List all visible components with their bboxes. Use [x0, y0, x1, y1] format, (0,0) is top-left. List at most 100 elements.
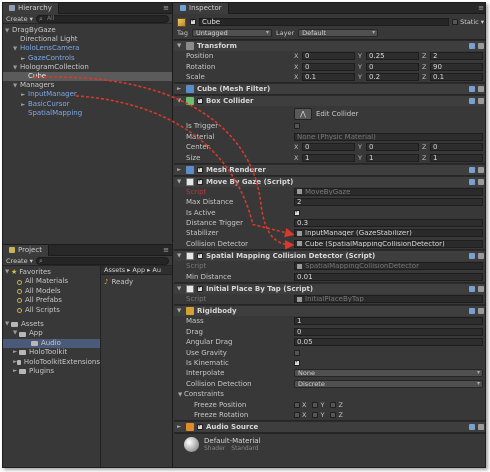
- rigidbody-header[interactable]: ▼ Rigidbody: [174, 305, 485, 317]
- asset-item-ready[interactable]: ♪ Ready: [101, 275, 172, 289]
- object-name-field[interactable]: Cube: [199, 17, 450, 26]
- initial-place-enabled-checkbox[interactable]: ✓: [197, 285, 203, 292]
- stabilizer-object-field[interactable]: InputManager (GazeStabilizer): [294, 229, 483, 238]
- size-x-field[interactable]: 1: [302, 153, 355, 162]
- initial-place-header[interactable]: ▼ ✓ Initial Place By Tap (Script): [174, 282, 485, 294]
- freeze-position-y-checkbox[interactable]: [312, 401, 319, 408]
- static-checkbox[interactable]: [452, 18, 459, 25]
- collision-detection-dropdown[interactable]: Discrete: [294, 379, 483, 388]
- hierarchy-item[interactable]: ▼ HoloLensCamera: [3, 44, 172, 53]
- freeze-position-x-checkbox[interactable]: [294, 401, 300, 408]
- rotation-z-field[interactable]: 90: [430, 62, 483, 71]
- tab-project[interactable]: Project: [3, 244, 49, 256]
- size-z-field[interactable]: 1: [430, 153, 483, 162]
- tab-hierarchy[interactable]: Hierarchy: [3, 3, 59, 14]
- tab-inspector[interactable]: Inspector: [174, 3, 229, 14]
- hierarchy-item[interactable]: ► GazeControls: [3, 54, 172, 63]
- favorites-header[interactable]: ▼ ★ Favorites: [3, 268, 100, 277]
- help-icon[interactable]: [469, 308, 475, 315]
- min-distance-field[interactable]: 0.01: [294, 272, 483, 281]
- is-active-checkbox[interactable]: ✓: [294, 209, 300, 216]
- freeze-rotation-z-checkbox[interactable]: [330, 411, 337, 418]
- gear-icon[interactable]: [478, 166, 484, 173]
- mesh-renderer-enabled-checkbox[interactable]: ✓: [197, 166, 203, 173]
- is-kinematic-checkbox[interactable]: ✓: [294, 360, 300, 366]
- freeze-position-z-checkbox[interactable]: [330, 401, 337, 408]
- center-y-field[interactable]: 0: [366, 143, 419, 152]
- static-toggle[interactable]: Static ▾: [452, 18, 484, 26]
- breadcrumb-audio[interactable]: Au: [152, 266, 161, 274]
- spatial-detector-enabled-checkbox[interactable]: ✓: [197, 253, 203, 260]
- favorite-item[interactable]: All Models: [3, 287, 100, 296]
- size-y-field[interactable]: 1: [366, 153, 419, 162]
- center-z-field[interactable]: 0: [430, 143, 483, 152]
- is-trigger-checkbox[interactable]: [294, 123, 300, 130]
- assets-header[interactable]: ▼ Assets: [3, 320, 100, 329]
- hierarchy-item[interactable]: Cube: [3, 71, 172, 82]
- transform-header[interactable]: ▼ Transform: [174, 40, 485, 51]
- center-x-field[interactable]: 0: [302, 143, 355, 152]
- freeze-rotation-x-checkbox[interactable]: [294, 411, 300, 418]
- favorite-item[interactable]: All Materials: [3, 277, 100, 286]
- gear-icon[interactable]: [478, 43, 484, 49]
- position-y-field[interactable]: 0.25: [366, 52, 419, 61]
- position-x-field[interactable]: 0: [302, 52, 355, 61]
- folder-item[interactable]: ► HoloToolkit: [3, 348, 100, 357]
- layer-dropdown[interactable]: Default: [298, 28, 379, 37]
- hierarchy-item[interactable]: ▼ HologramCollection: [3, 63, 172, 72]
- project-search-input[interactable]: [35, 256, 169, 266]
- gear-icon[interactable]: [478, 98, 484, 105]
- hierarchy-item[interactable]: SpatialMapping: [3, 109, 172, 118]
- distance-trigger-field[interactable]: 0.3: [294, 219, 483, 228]
- help-icon[interactable]: [469, 424, 475, 431]
- help-icon[interactable]: [469, 178, 475, 185]
- panel-menu-icon[interactable]: ≡: [163, 4, 169, 12]
- object-active-checkbox[interactable]: ✓: [190, 18, 196, 25]
- gear-icon[interactable]: [478, 308, 484, 315]
- rotation-y-field[interactable]: 0: [366, 62, 419, 71]
- spatial-detector-header[interactable]: ▼ ✓ Spatial Mapping Collision Detector (…: [174, 250, 485, 262]
- scale-y-field[interactable]: 0.2: [366, 72, 419, 81]
- help-icon[interactable]: [469, 166, 475, 173]
- max-distance-field[interactable]: 2: [294, 198, 483, 207]
- tag-dropdown[interactable]: Untagged: [192, 28, 273, 37]
- scale-x-field[interactable]: 0.1: [302, 72, 355, 81]
- create-dropdown[interactable]: Create ▾: [6, 257, 33, 265]
- mass-field[interactable]: 1: [294, 317, 483, 326]
- hierarchy-item[interactable]: ► BasicCursor: [3, 100, 172, 109]
- create-dropdown[interactable]: Create ▾: [6, 15, 33, 23]
- help-icon[interactable]: [469, 43, 475, 49]
- hierarchy-search-input[interactable]: All: [35, 14, 169, 24]
- physic-material-field[interactable]: None (Physic Material): [294, 132, 483, 141]
- audio-source-enabled-checkbox[interactable]: ✓: [197, 424, 203, 431]
- hierarchy-item[interactable]: Directional Light: [3, 35, 172, 44]
- folder-item[interactable]: ▼ App: [3, 329, 100, 338]
- drag-field[interactable]: 0: [294, 327, 483, 336]
- use-gravity-checkbox[interactable]: [294, 349, 300, 356]
- gear-icon[interactable]: [478, 424, 484, 431]
- help-icon[interactable]: [469, 98, 475, 105]
- folder-item[interactable]: ► HoloToolkitExtensions: [3, 358, 100, 367]
- breadcrumb-app[interactable]: App: [132, 266, 145, 274]
- folder-item[interactable]: Audio: [3, 338, 100, 349]
- mesh-filter-header[interactable]: ► Cube (Mesh Filter): [174, 83, 485, 95]
- position-z-field[interactable]: 2: [430, 52, 483, 61]
- folder-item[interactable]: ► Plugins: [3, 367, 100, 376]
- box-collider-header[interactable]: ▼ ✓ Box Collider: [174, 95, 485, 107]
- interpolate-dropdown[interactable]: None: [294, 369, 483, 378]
- hierarchy-item[interactable]: ► InputManager: [3, 90, 172, 99]
- panel-menu-icon[interactable]: ≡: [163, 246, 169, 254]
- panel-menu-icon[interactable]: ≡: [478, 4, 484, 12]
- collision-detector-object-field[interactable]: Cube (SpatialMappingCollisionDetector): [294, 239, 483, 248]
- scale-z-field[interactable]: 0.1: [430, 72, 483, 81]
- gear-icon[interactable]: [478, 253, 484, 260]
- help-icon[interactable]: [469, 86, 475, 93]
- angular-drag-field[interactable]: 0.05: [294, 338, 483, 347]
- rotation-x-field[interactable]: 0: [302, 62, 355, 71]
- edit-collider-button[interactable]: ⋀: [294, 107, 312, 120]
- hierarchy-item[interactable]: ▼ DragByGaze: [3, 26, 172, 35]
- freeze-rotation-y-checkbox[interactable]: [312, 411, 319, 418]
- box-collider-enabled-checkbox[interactable]: ✓: [197, 98, 203, 105]
- breadcrumb-assets[interactable]: Assets: [104, 266, 125, 274]
- favorite-item[interactable]: All Scripts: [3, 306, 100, 315]
